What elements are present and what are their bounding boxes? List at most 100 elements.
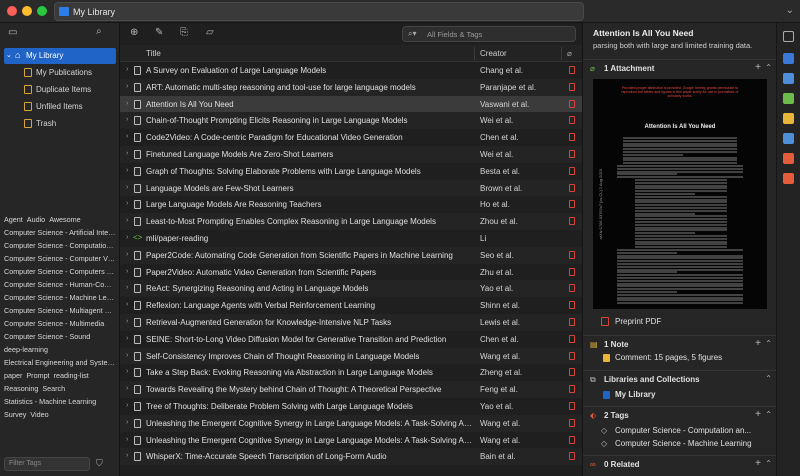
- column-divider[interactable]: [561, 47, 562, 60]
- chevron-right-icon[interactable]: ›: [126, 301, 128, 308]
- table-row[interactable]: › Language Models are Few-Shot Learners Br…: [120, 179, 582, 197]
- chevron-down-icon[interactable]: ⌄: [6, 51, 12, 59]
- add-attachment-icon[interactable]: ⎘: [180, 27, 188, 38]
- pdf-icon[interactable]: [569, 99, 575, 108]
- chevron-right-icon[interactable]: ›: [126, 251, 128, 258]
- pdf-icon[interactable]: [569, 368, 575, 377]
- add-note-button[interactable]: +: [755, 338, 761, 349]
- tag-item[interactable]: Computer Science - Sound: [4, 330, 116, 343]
- attachments-section-header[interactable]: ⌀ 1 Attachment + ⌃: [583, 59, 777, 75]
- search-icon[interactable]: ⌕▾: [408, 29, 417, 39]
- table-row[interactable]: › Paper2Video: Automatic Video Generation…: [120, 264, 582, 281]
- tag-item[interactable]: Electrical Engineering and Systems Scien…: [4, 356, 116, 369]
- pdf-icon[interactable]: [569, 317, 575, 326]
- note-item[interactable]: Comment: 15 pages, 5 figures: [615, 353, 722, 362]
- notes-icon[interactable]: [783, 113, 794, 124]
- chevron-right-icon[interactable]: ›: [126, 268, 128, 275]
- table-row[interactable]: › ART: Automatic multi-step reasoning and…: [120, 78, 582, 96]
- tag-item[interactable]: paper: [4, 371, 22, 380]
- libraries-icon[interactable]: [783, 133, 794, 144]
- table-row[interactable]: › Chain-of-Thought Prompting Elicits Reas…: [120, 112, 582, 130]
- collection-my-publications[interactable]: My Publications: [0, 65, 118, 81]
- table-row[interactable]: › <> mli/paper-reading Li: [120, 230, 582, 247]
- tag-item[interactable]: reading-list: [54, 371, 89, 380]
- tag-item[interactable]: Agent: [4, 215, 23, 224]
- tags-section-header[interactable]: ⬖ 2 Tags + ⌃: [583, 406, 777, 422]
- new-item-icon[interactable]: ⊕: [130, 27, 138, 38]
- pdf-icon[interactable]: [569, 217, 575, 226]
- new-note-icon[interactable]: ▱: [206, 27, 214, 38]
- pdf-icon[interactable]: [569, 250, 575, 259]
- table-row[interactable]: › Reflexion: Language Agents with Verbal …: [120, 297, 582, 314]
- pdf-icon[interactable]: [569, 200, 575, 209]
- abstract-icon[interactable]: [783, 73, 794, 84]
- pdf-icon[interactable]: [569, 284, 575, 293]
- info-icon[interactable]: [783, 53, 794, 64]
- chevron-right-icon[interactable]: ›: [126, 452, 128, 459]
- tag-item[interactable]: Audio: [27, 215, 45, 224]
- chevron-right-icon[interactable]: ›: [126, 436, 128, 443]
- chevron-right-icon[interactable]: ›: [126, 402, 128, 409]
- tag-item[interactable]: Computer Science - Multimedia: [4, 317, 116, 330]
- item-tag[interactable]: Computer Science - Computation an...: [615, 426, 751, 435]
- tag-item[interactable]: Prompt: [26, 371, 49, 380]
- table-row[interactable]: › Towards Revealing the Mystery behind Ch…: [120, 381, 582, 398]
- pdf-preview[interactable]: Provided proper attribution is provided,…: [593, 79, 767, 309]
- chevron-right-icon[interactable]: ›: [126, 284, 128, 291]
- libraries-section-header[interactable]: ⧉ Libraries and Collections ⌃: [583, 370, 777, 386]
- table-row[interactable]: › Retrieval-Augmented Generation for Know…: [120, 313, 582, 331]
- chevron-right-icon[interactable]: ›: [126, 133, 128, 140]
- chevron-right-icon[interactable]: ›: [126, 318, 128, 325]
- related-section-header[interactable]: ∞ 0 Related + ⌃: [583, 455, 777, 471]
- pdf-icon[interactable]: [569, 166, 575, 175]
- collection-trash[interactable]: Trash: [0, 116, 118, 132]
- table-row[interactable]: › Code2Video: A Code-centric Paradigm for…: [120, 129, 582, 146]
- tag-item[interactable]: Video: [30, 410, 48, 419]
- chevron-right-icon[interactable]: ›: [126, 167, 128, 174]
- table-row[interactable]: › Large Language Models Are Reasoning Tea…: [120, 196, 582, 213]
- pdf-icon[interactable]: [569, 452, 575, 461]
- table-row[interactable]: › ReAct: Synergizing Reasoning and Acting…: [120, 280, 582, 298]
- zoom-window-button[interactable]: [37, 6, 47, 16]
- new-collection-icon[interactable]: ▭: [8, 27, 17, 38]
- chevron-right-icon[interactable]: ›: [126, 200, 128, 207]
- chevron-right-icon[interactable]: ›: [126, 419, 128, 426]
- notes-section-header[interactable]: ▤ 1 Note + ⌃: [583, 335, 777, 351]
- pdf-icon[interactable]: [569, 183, 575, 192]
- pdf-icon[interactable]: [569, 334, 575, 343]
- column-title[interactable]: Title: [146, 49, 161, 58]
- tag-item[interactable]: Awesome: [49, 215, 80, 224]
- search-icon[interactable]: ⌕: [96, 26, 102, 37]
- collection-duplicate-items[interactable]: Duplicate Items: [0, 82, 118, 98]
- pdf-icon[interactable]: [569, 418, 575, 427]
- chevron-right-icon[interactable]: ›: [126, 352, 128, 359]
- tag-item[interactable]: Computer Science - Artificial Intelligen…: [4, 226, 116, 239]
- pdf-icon[interactable]: [569, 116, 575, 125]
- tag-actions-icon[interactable]: ⛉: [96, 458, 103, 469]
- pdf-icon[interactable]: [569, 66, 575, 74]
- chevron-up-icon[interactable]: ⌃: [765, 63, 772, 72]
- sync-icon[interactable]: [783, 31, 794, 42]
- minimize-window-button[interactable]: [22, 6, 32, 16]
- tag-item[interactable]: Computer Science - Human-Computer Intera…: [4, 278, 116, 291]
- chevron-right-icon[interactable]: ›: [126, 368, 128, 375]
- pdf-icon[interactable]: [569, 149, 575, 158]
- pdf-icon[interactable]: [569, 82, 575, 91]
- table-row[interactable]: › Tree of Thoughts: Deliberate Problem So…: [120, 398, 582, 415]
- table-row[interactable]: › Unleashing the Emergent Cognitive Syner…: [120, 414, 582, 432]
- item-tag[interactable]: Computer Science - Machine Learning: [615, 439, 752, 448]
- table-row[interactable]: › Finetuned Language Models Are Zero-Shot…: [120, 145, 582, 163]
- table-row[interactable]: › Least-to-Most Prompting Enables Complex…: [120, 213, 582, 230]
- chevron-up-icon[interactable]: ⌃: [765, 339, 772, 348]
- collection-my-library[interactable]: ⌄ ⌂ My Library: [4, 48, 116, 64]
- add-attachment-button[interactable]: +: [755, 62, 761, 73]
- close-window-button[interactable]: [7, 6, 17, 16]
- chevron-right-icon[interactable]: ›: [126, 100, 128, 107]
- chevron-right-icon[interactable]: ›: [126, 385, 128, 392]
- pdf-icon[interactable]: [569, 351, 575, 360]
- tag-item[interactable]: Computer Science - Computer Vision and P…: [4, 252, 116, 265]
- table-row[interactable]: › A Survey on Evaluation of Large Languag…: [120, 62, 582, 79]
- tag-item[interactable]: Computer Science - Computers and Society: [4, 265, 116, 278]
- attachments-icon[interactable]: [783, 93, 794, 104]
- pdf-icon[interactable]: [569, 435, 575, 444]
